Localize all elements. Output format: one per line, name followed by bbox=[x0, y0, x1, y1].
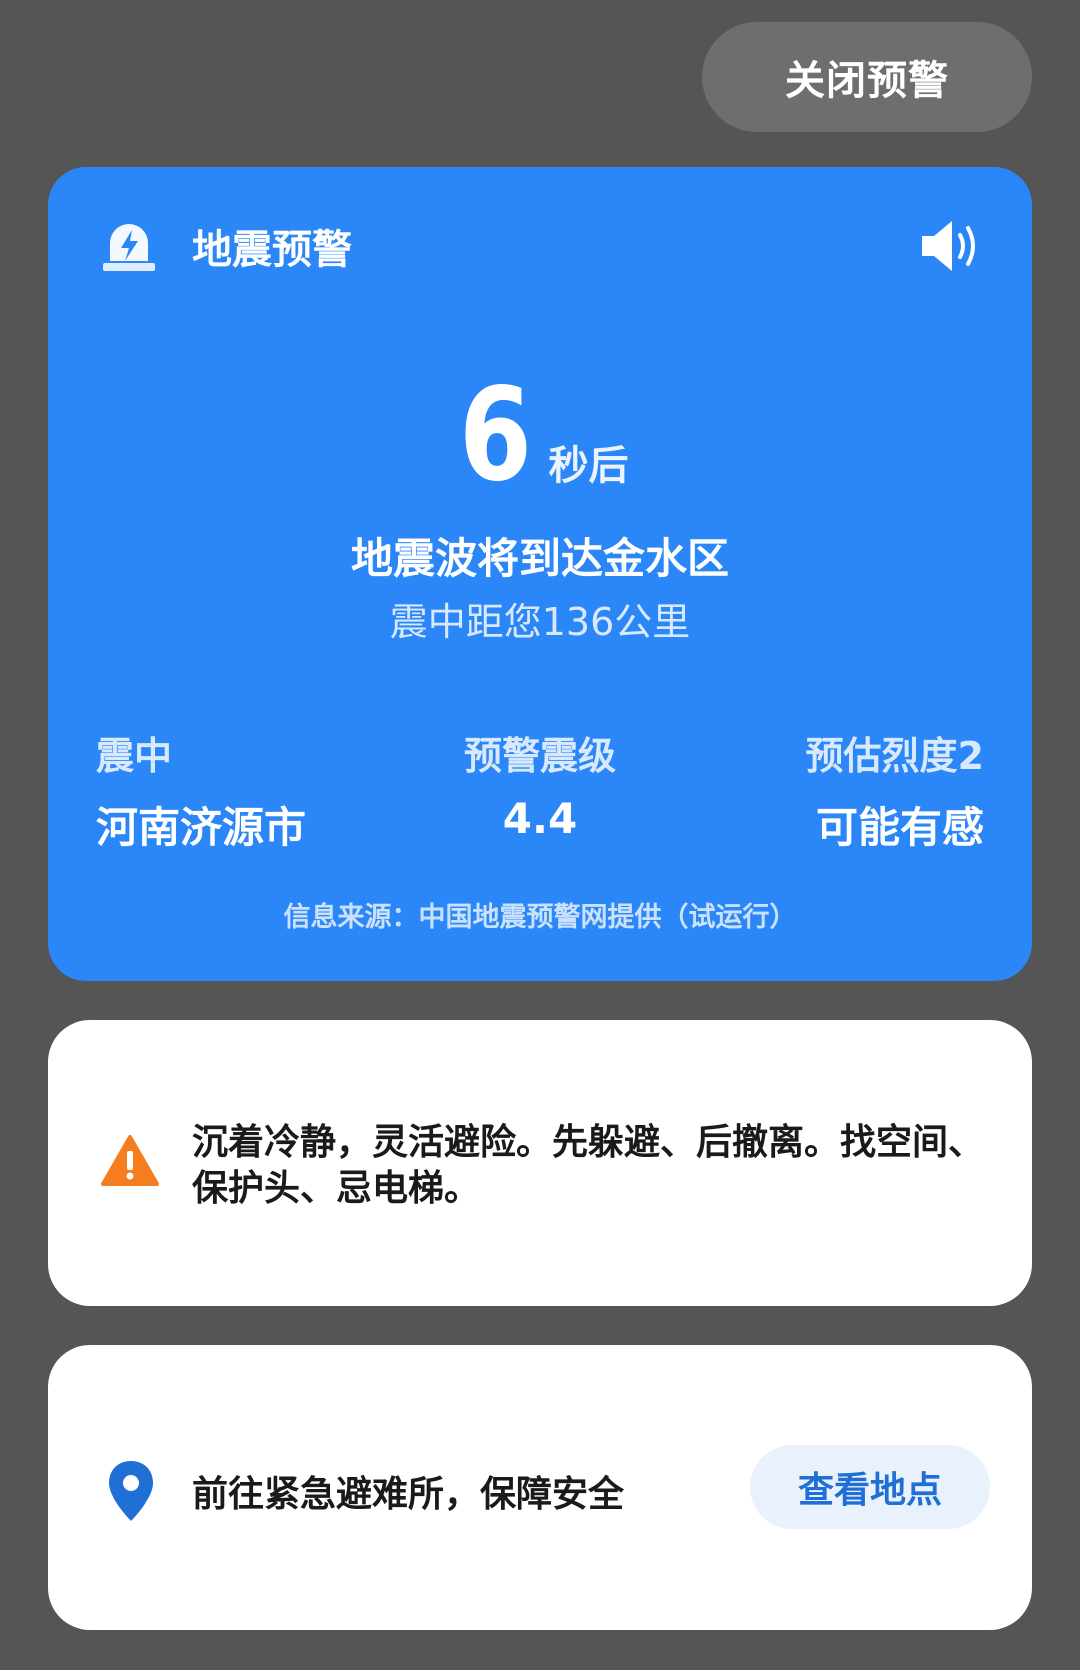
speaker-icon[interactable] bbox=[918, 215, 984, 277]
safety-tip-card: 沉着冷静，灵活避险。先躲避、后撤离。找空间、保护头、忌电梯。 bbox=[48, 1020, 1032, 1306]
shelter-card: 前往紧急避难所，保障安全 查看地点 bbox=[48, 1345, 1032, 1630]
intensity-info: 预估烈度2 可能有感 bbox=[806, 725, 984, 855]
countdown-unit: 秒后 bbox=[548, 443, 629, 489]
arrival-text: 地震波将到达金水区 bbox=[350, 534, 729, 583]
info-source: 信息来源：中国地震预警网提供（试运行） bbox=[283, 902, 797, 933]
siren-icon bbox=[100, 217, 158, 275]
warning-icon bbox=[100, 1134, 160, 1188]
shelter-text: 前往紧急避难所，保障安全 bbox=[192, 1474, 625, 1515]
intensity-label: 预估烈度2 bbox=[805, 734, 984, 778]
earthquake-alert-card: 地震预警 6 秒后 地震波将到达金水区 震中距您136公里 震中 河南济源市 预警… bbox=[48, 167, 1032, 981]
countdown: 6 秒后 bbox=[48, 372, 1032, 500]
alert-header: 地震预警 bbox=[100, 211, 352, 281]
countdown-seconds: 6 bbox=[459, 361, 533, 510]
alert-title: 地震预警 bbox=[192, 227, 352, 273]
location-pin-icon bbox=[106, 1459, 156, 1523]
safety-tip-text: 沉着冷静，灵活避险。先躲避、后撤离。找空间、保护头、忌电梯。 bbox=[192, 1122, 985, 1209]
intensity-value: 可能有感 bbox=[815, 803, 984, 852]
distance-text: 震中距您136公里 bbox=[389, 600, 691, 644]
close-alert-button[interactable]: 关闭预警 bbox=[702, 22, 1032, 132]
view-location-button[interactable]: 查看地点 bbox=[750, 1445, 990, 1529]
